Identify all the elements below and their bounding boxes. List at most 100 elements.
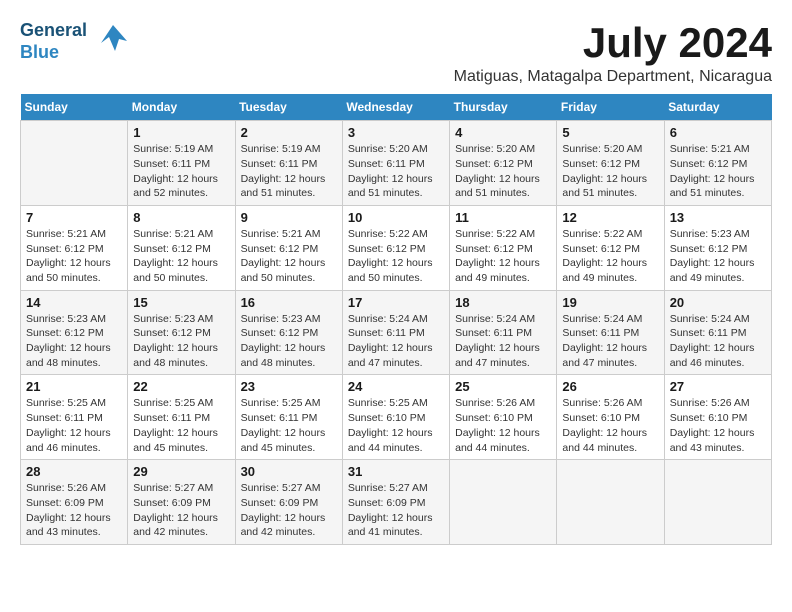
title-block: July 2024 Matiguas, Matagalpa Department… xyxy=(454,20,772,86)
sunset-text: Sunset: 6:11 PM xyxy=(348,157,444,172)
sunset-text: Sunset: 6:09 PM xyxy=(133,496,229,511)
daylight-text: Daylight: 12 hours and 42 minutes. xyxy=(133,511,229,540)
sunrise-text: Sunrise: 5:22 AM xyxy=(455,227,551,242)
daylight-text: Daylight: 12 hours and 48 minutes. xyxy=(241,341,337,370)
day-info: Sunrise: 5:22 AMSunset: 6:12 PMDaylight:… xyxy=(562,227,658,286)
sunrise-text: Sunrise: 5:21 AM xyxy=(670,142,766,157)
sunset-text: Sunset: 6:11 PM xyxy=(241,411,337,426)
calendar-cell: 10 Sunrise: 5:22 AMSunset: 6:12 PMDayligh… xyxy=(342,205,449,290)
calendar-cell: 22 Sunrise: 5:25 AMSunset: 6:11 PMDayligh… xyxy=(128,375,235,460)
day-number: 24 xyxy=(348,379,444,394)
sunset-text: Sunset: 6:11 PM xyxy=(133,411,229,426)
daylight-text: Daylight: 12 hours and 52 minutes. xyxy=(133,172,229,201)
day-number: 14 xyxy=(26,295,122,310)
day-info: Sunrise: 5:23 AMSunset: 6:12 PMDaylight:… xyxy=(241,312,337,371)
day-number: 27 xyxy=(670,379,766,394)
calendar-cell: 14Sunrise: 5:23 AMSunset: 6:12 PMDayligh… xyxy=(21,290,128,375)
day-info: Sunrise: 5:22 AMSunset: 6:12 PMDaylight:… xyxy=(455,227,551,286)
day-number: 1 xyxy=(133,125,229,140)
calendar-cell: 30Sunrise: 5:27 AMSunset: 6:09 PMDayligh… xyxy=(235,460,342,545)
weekday-header-row: Sunday Monday Tuesday Wednesday Thursday… xyxy=(21,94,772,121)
day-info: Sunrise: 5:24 AMSunset: 6:11 PMDaylight:… xyxy=(348,312,444,371)
day-info: Sunrise: 5:26 AMSunset: 6:10 PMDaylight:… xyxy=(562,396,658,455)
sunrise-text: Sunrise: 5:23 AM xyxy=(26,312,122,327)
day-info: Sunrise: 5:23 AMSunset: 6:12 PMDaylight:… xyxy=(133,312,229,371)
header-sunday: Sunday xyxy=(21,94,128,121)
month-year-title: July 2024 xyxy=(454,20,772,66)
daylight-text: Daylight: 12 hours and 45 minutes. xyxy=(241,426,337,455)
daylight-text: Daylight: 12 hours and 51 minutes. xyxy=(455,172,551,201)
day-number: 21 xyxy=(26,379,122,394)
calendar-cell: 26 Sunrise: 5:26 AMSunset: 6:10 PMDayligh… xyxy=(557,375,664,460)
header-thursday: Thursday xyxy=(450,94,557,121)
day-info: Sunrise: 5:26 AMSunset: 6:10 PMDaylight:… xyxy=(455,396,551,455)
sunset-text: Sunset: 6:10 PM xyxy=(562,411,658,426)
daylight-text: Daylight: 12 hours and 42 minutes. xyxy=(241,511,337,540)
calendar-cell: 29Sunrise: 5:27 AMSunset: 6:09 PMDayligh… xyxy=(128,460,235,545)
day-info: Sunrise: 5:27 AMSunset: 6:09 PMDaylight:… xyxy=(241,481,337,540)
daylight-text: Daylight: 12 hours and 41 minutes. xyxy=(348,511,444,540)
sunset-text: Sunset: 6:09 PM xyxy=(348,496,444,511)
calendar-cell: 7Sunrise: 5:21 AMSunset: 6:12 PMDaylight… xyxy=(21,205,128,290)
sunset-text: Sunset: 6:12 PM xyxy=(670,157,766,172)
sunset-text: Sunset: 6:11 PM xyxy=(133,157,229,172)
header-friday: Friday xyxy=(557,94,664,121)
sunrise-text: Sunrise: 5:20 AM xyxy=(348,142,444,157)
day-number: 3 xyxy=(348,125,444,140)
day-number: 17 xyxy=(348,295,444,310)
sunrise-text: Sunrise: 5:25 AM xyxy=(348,396,444,411)
day-number: 22 xyxy=(133,379,229,394)
calendar-table: Sunday Monday Tuesday Wednesday Thursday… xyxy=(20,94,772,545)
sunrise-text: Sunrise: 5:21 AM xyxy=(133,227,229,242)
sunset-text: Sunset: 6:11 PM xyxy=(241,157,337,172)
calendar-cell: 21 Sunrise: 5:25 AMSunset: 6:11 PMDayligh… xyxy=(21,375,128,460)
sunset-text: Sunset: 6:12 PM xyxy=(26,242,122,257)
daylight-text: Daylight: 12 hours and 50 minutes. xyxy=(241,256,337,285)
sunset-text: Sunset: 6:12 PM xyxy=(241,242,337,257)
calendar-cell: 13Sunrise: 5:23 AMSunset: 6:12 PMDayligh… xyxy=(664,205,771,290)
day-number: 2 xyxy=(241,125,337,140)
sunrise-text: Sunrise: 5:23 AM xyxy=(670,227,766,242)
daylight-text: Daylight: 12 hours and 51 minutes. xyxy=(241,172,337,201)
day-info: Sunrise: 5:22 AMSunset: 6:12 PMDaylight:… xyxy=(348,227,444,286)
daylight-text: Daylight: 12 hours and 44 minutes. xyxy=(455,426,551,455)
calendar-cell: 2Sunrise: 5:19 AMSunset: 6:11 PMDaylight… xyxy=(235,121,342,206)
calendar-cell: 12Sunrise: 5:22 AMSunset: 6:12 PMDayligh… xyxy=(557,205,664,290)
sunrise-text: Sunrise: 5:21 AM xyxy=(26,227,122,242)
sunset-text: Sunset: 6:12 PM xyxy=(133,326,229,341)
sunset-text: Sunset: 6:12 PM xyxy=(670,242,766,257)
day-number: 5 xyxy=(562,125,658,140)
sunset-text: Sunset: 6:09 PM xyxy=(241,496,337,511)
calendar-cell: 24Sunrise: 5:25 AMSunset: 6:10 PMDayligh… xyxy=(342,375,449,460)
calendar-cell xyxy=(450,460,557,545)
sunrise-text: Sunrise: 5:25 AM xyxy=(133,396,229,411)
day-number: 9 xyxy=(241,210,337,225)
day-info: Sunrise: 5:21 AMSunset: 6:12 PMDaylight:… xyxy=(26,227,122,286)
daylight-text: Daylight: 12 hours and 43 minutes. xyxy=(670,426,766,455)
sunset-text: Sunset: 6:11 PM xyxy=(348,326,444,341)
sunrise-text: Sunrise: 5:26 AM xyxy=(455,396,551,411)
day-number: 10 xyxy=(348,210,444,225)
sunrise-text: Sunrise: 5:24 AM xyxy=(348,312,444,327)
day-number: 26 xyxy=(562,379,658,394)
day-info: Sunrise: 5:25 AMSunset: 6:11 PMDaylight:… xyxy=(133,396,229,455)
sunset-text: Sunset: 6:12 PM xyxy=(455,242,551,257)
daylight-text: Daylight: 12 hours and 49 minutes. xyxy=(455,256,551,285)
sunrise-text: Sunrise: 5:26 AM xyxy=(26,481,122,496)
calendar-cell: 31Sunrise: 5:27 AMSunset: 6:09 PMDayligh… xyxy=(342,460,449,545)
daylight-text: Daylight: 12 hours and 51 minutes. xyxy=(670,172,766,201)
sunrise-text: Sunrise: 5:24 AM xyxy=(670,312,766,327)
calendar-cell: 9Sunrise: 5:21 AMSunset: 6:12 PMDaylight… xyxy=(235,205,342,290)
day-info: Sunrise: 5:21 AMSunset: 6:12 PMDaylight:… xyxy=(670,142,766,201)
calendar-week-row: 1Sunrise: 5:19 AMSunset: 6:11 PMDaylight… xyxy=(21,121,772,206)
calendar-week-row: 14Sunrise: 5:23 AMSunset: 6:12 PMDayligh… xyxy=(21,290,772,375)
sunset-text: Sunset: 6:12 PM xyxy=(562,242,658,257)
logo-general: General xyxy=(20,20,87,42)
day-number: 29 xyxy=(133,464,229,479)
daylight-text: Daylight: 12 hours and 45 minutes. xyxy=(133,426,229,455)
day-info: Sunrise: 5:20 AMSunset: 6:11 PMDaylight:… xyxy=(348,142,444,201)
calendar-cell: 17 Sunrise: 5:24 AMSunset: 6:11 PMDayligh… xyxy=(342,290,449,375)
sunset-text: Sunset: 6:11 PM xyxy=(562,326,658,341)
calendar-week-row: 21Sunrise: 5:25 AMSunset: 6:11 PMDayligh… xyxy=(21,375,772,460)
day-info: Sunrise: 5:25 AMSunset: 6:11 PMDaylight:… xyxy=(26,396,122,455)
